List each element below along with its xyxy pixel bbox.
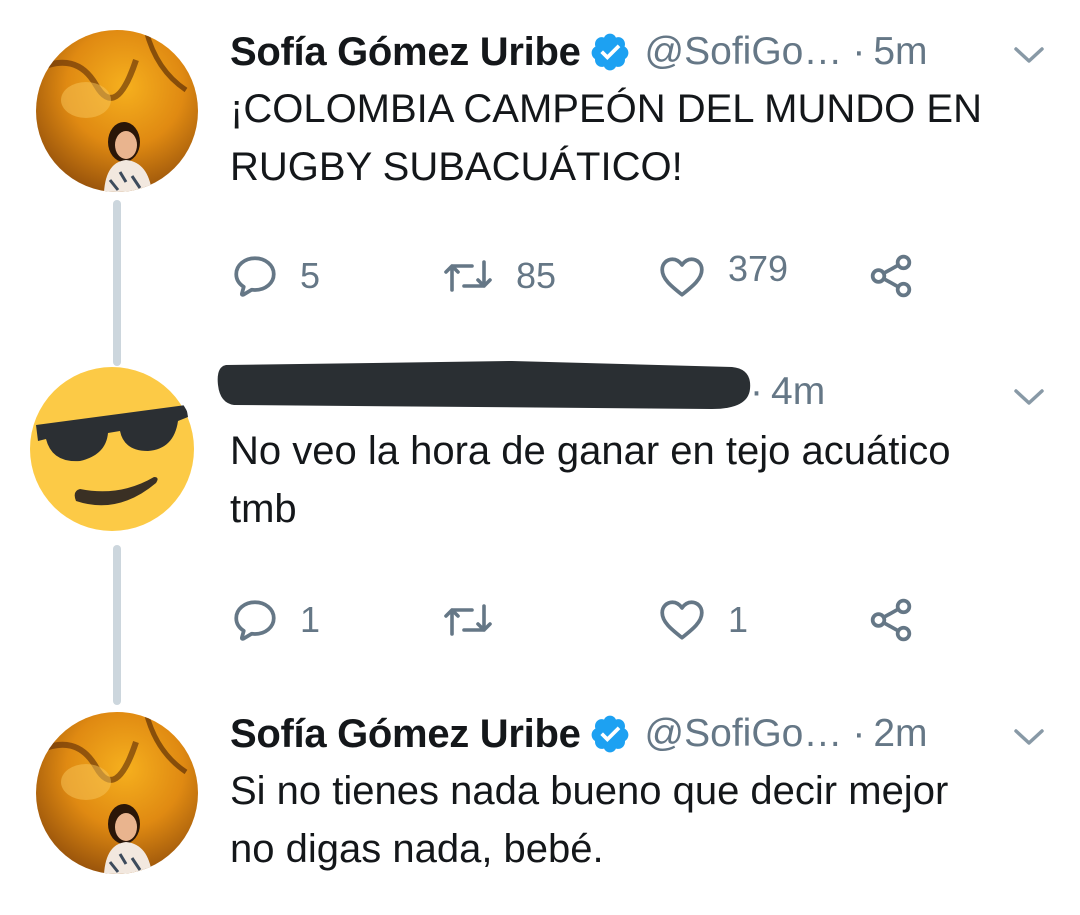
heart-icon (660, 257, 704, 297)
like-button[interactable]: 1 (656, 590, 748, 650)
tweet-actions: 5 85 379 (230, 246, 950, 306)
retweet-icon (444, 604, 492, 636)
tweet-text-line: tmb (230, 487, 297, 531)
reply-button[interactable]: 5 (230, 246, 320, 306)
tweet-3[interactable]: Sofía Gómez Uribe @SofiGo… · 2m Si no ti… (0, 706, 1080, 915)
tweet-header: · 4m (750, 364, 825, 420)
chevron-down-icon[interactable] (1012, 726, 1046, 748)
retweet-count: 85 (516, 255, 557, 296)
tweet-text: ¡COLOMBIA CAMPEÓN DEL MUNDO EN RUGBY SUB… (230, 80, 1050, 196)
tweet-text-line: No veo la hora de ganar en tejo acuático (230, 429, 951, 473)
tweet-text-line: RUGBY SUBACUÁTICO! (230, 145, 683, 189)
tweet-header: Sofía Gómez Uribe @SofiGo… · 2m (230, 706, 928, 762)
author-handle[interactable]: @SofiGo… (645, 712, 843, 756)
tweet-1[interactable]: Sofía Gómez Uribe @SofiGo… · 5m ¡COLOMBI… (0, 24, 1080, 324)
share-button[interactable] (866, 246, 916, 306)
reply-count: 5 (300, 255, 321, 296)
avatar-sofia[interactable] (36, 30, 198, 192)
tweet-text-line: no digas nada, bebé. (230, 827, 604, 871)
heart-icon (660, 600, 704, 640)
retweet-icon (444, 260, 492, 292)
retweet-button[interactable] (440, 590, 516, 650)
timestamp[interactable]: 2m (873, 712, 927, 756)
chevron-down-icon[interactable] (1012, 44, 1046, 66)
like-button[interactable]: 379 (656, 246, 788, 306)
tweet-text-line: Si no tienes nada bueno que decir mejor (230, 769, 949, 813)
separator-dot: · (852, 30, 866, 73)
author-name[interactable]: Sofía Gómez Uribe (230, 30, 581, 75)
tweet-actions: 1 1 (230, 590, 950, 650)
verified-badge-icon (591, 33, 628, 71)
share-icon (870, 598, 912, 642)
tweet-text: Si no tienes nada bueno que decir mejor … (230, 762, 1050, 878)
reply-count: 1 (300, 599, 321, 640)
reply-icon (234, 256, 276, 297)
verified-badge-icon (591, 715, 628, 753)
tweet-2[interactable]: · 4m No veo la hora de ganar en tejo acu… (0, 360, 1080, 680)
like-count: 379 (728, 248, 789, 289)
avatar-sunglasses-emoji[interactable] (28, 365, 196, 533)
share-icon (870, 254, 912, 298)
redacted-author-name (217, 361, 751, 409)
timestamp[interactable]: 4m (771, 370, 825, 414)
separator-dot: · (852, 712, 866, 755)
retweet-button[interactable]: 85 (440, 246, 556, 306)
chevron-down-icon[interactable] (1012, 386, 1046, 408)
tweet-text-line: ¡COLOMBIA CAMPEÓN DEL MUNDO EN (230, 87, 982, 131)
timestamp[interactable]: 5m (873, 30, 927, 74)
share-button[interactable] (866, 590, 916, 650)
like-count: 1 (728, 599, 749, 640)
author-handle[interactable]: @SofiGo… (645, 30, 843, 74)
reply-icon (234, 600, 276, 641)
tweet-text: No veo la hora de ganar en tejo acuático… (230, 422, 1050, 538)
reply-button[interactable]: 1 (230, 590, 320, 650)
author-name[interactable]: Sofía Gómez Uribe (230, 712, 581, 757)
avatar-sofia[interactable] (36, 712, 198, 874)
tweet-header: Sofía Gómez Uribe @SofiGo… · 5m (230, 24, 928, 80)
separator-dot: · (750, 370, 763, 413)
